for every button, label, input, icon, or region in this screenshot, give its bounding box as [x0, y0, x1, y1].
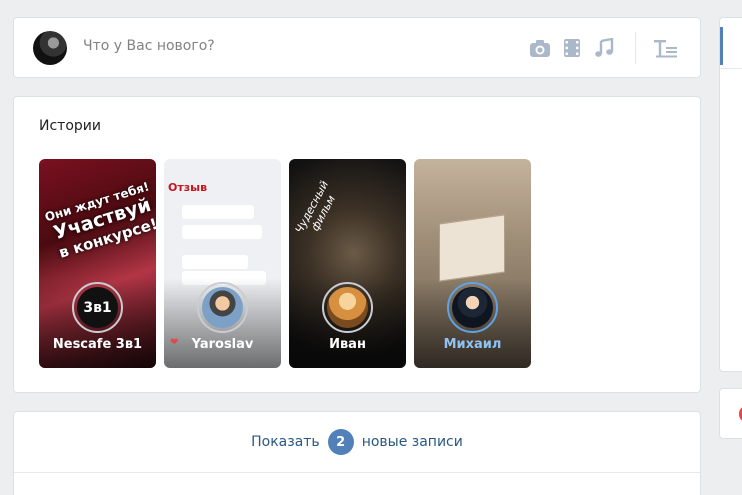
- feed-block: Показать 2 новые записи: [13, 411, 701, 495]
- right-menu-panel: [719, 17, 742, 372]
- music-icon[interactable]: [594, 38, 614, 58]
- show-new-posts-prefix: Показать: [251, 434, 320, 450]
- video-icon[interactable]: [562, 38, 582, 58]
- story-avatar: [202, 287, 243, 328]
- story-author-name: Иван: [329, 337, 366, 352]
- camera-icon[interactable]: [529, 38, 551, 58]
- post-composer[interactable]: Что у Вас нового?: [13, 17, 701, 78]
- new-posts-count-badge: 2: [327, 429, 354, 455]
- story-avatar-ring: [197, 282, 248, 333]
- story-card[interactable]: Они ждут тебя! Участвуй в конкурсе! 3в1 …: [39, 159, 156, 368]
- story-author-name: Yaroslav: [191, 337, 254, 352]
- user-avatar[interactable]: [33, 31, 67, 65]
- story-header-text: Отзыв: [168, 181, 208, 194]
- story-avatar-ring: [322, 282, 373, 333]
- show-new-posts-suffix: новые записи: [361, 434, 463, 450]
- composer-divider: [635, 32, 636, 64]
- story-card[interactable]: Михаил: [414, 159, 531, 368]
- story-avatar: [327, 287, 368, 328]
- story-author-name: Михаил: [443, 337, 502, 352]
- right-menu-selected-item[interactable]: [720, 27, 723, 65]
- story-avatar: 3в1: [77, 287, 118, 328]
- story-avatar: [452, 287, 493, 328]
- story-avatar-ring: [447, 282, 498, 333]
- text-format-icon[interactable]: [654, 39, 678, 59]
- stories-title: Истории: [39, 118, 101, 134]
- story-avatar-ring: 3в1: [72, 282, 123, 333]
- show-new-posts-button[interactable]: Показать 2 новые записи: [14, 412, 700, 473]
- right-side-panel: [719, 388, 742, 439]
- story-card[interactable]: Отзыв ❤ Yaroslav: [164, 159, 281, 368]
- story-author-name: Nescafe 3в1: [52, 337, 143, 352]
- composer-placeholder[interactable]: Что у Вас нового?: [83, 38, 215, 54]
- stories-block: Истории Они ждут тебя! Участвуй в конкур…: [13, 96, 701, 393]
- story-card[interactable]: Чудесный фильм Иван: [289, 159, 406, 368]
